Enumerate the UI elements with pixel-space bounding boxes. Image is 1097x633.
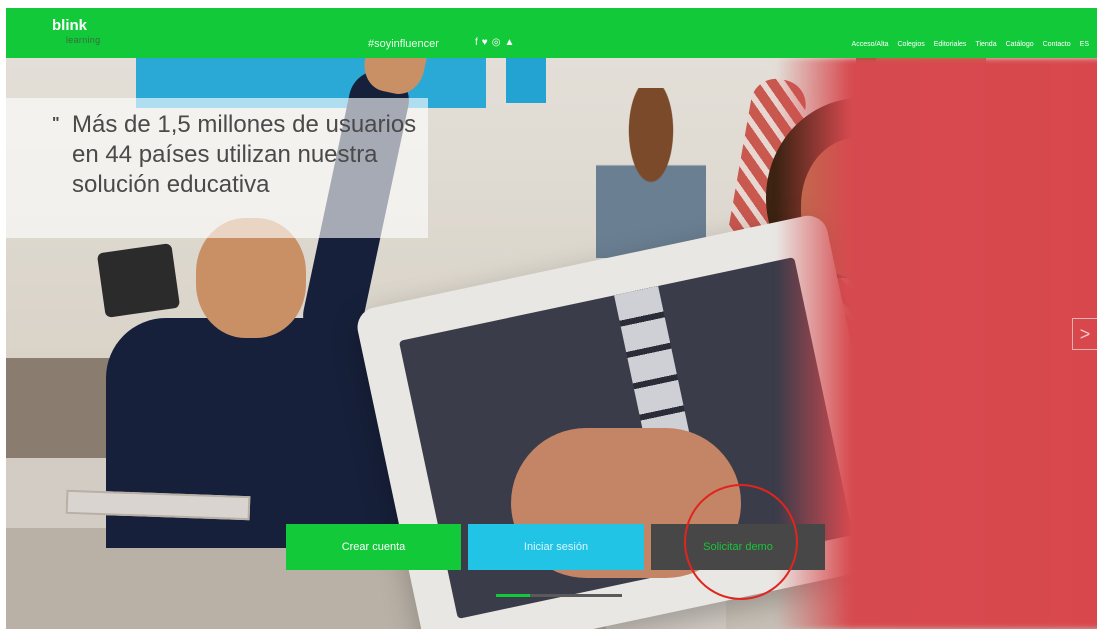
facebook-icon[interactable]: f xyxy=(475,38,478,48)
highlight-circle xyxy=(684,484,798,600)
instagram-icon[interactable]: ◎ xyxy=(492,38,501,48)
carousel-indicator-active[interactable] xyxy=(496,594,530,597)
background-student xyxy=(596,88,706,258)
student-tablet xyxy=(96,243,181,318)
hashtag-link[interactable]: #soyinfluencer xyxy=(368,38,439,50)
top-navbar: blink learning #soyinfluencer f ♥ ◎ ▲ Ac… xyxy=(6,8,1097,58)
quote-mark-icon: " xyxy=(52,115,60,132)
hero-quote: Más de 1,5 millones de usuarios en 44 pa… xyxy=(72,111,417,198)
carousel-next-arrow[interactable]: > xyxy=(1072,318,1097,350)
browser-viewport: blink learning #soyinfluencer f ♥ ◎ ▲ Ac… xyxy=(6,8,1097,629)
logo-tagline: learning xyxy=(66,35,101,45)
menu-item-colegios[interactable]: Colegios xyxy=(898,41,925,48)
quote-panel: " Más de 1,5 millones de usuarios en 44 … xyxy=(6,98,428,238)
linkedin-icon[interactable]: ▲ xyxy=(504,38,514,48)
main-menu: Acceso/Alta Colegios Editoriales Tienda … xyxy=(852,41,1089,48)
hero-banner: > " Más de 1,5 millones de usuarios en 4… xyxy=(6,17,1097,629)
carousel-indicators xyxy=(496,594,622,597)
language-selector[interactable]: ES xyxy=(1080,41,1089,48)
menu-item-editoriales[interactable]: Editoriales xyxy=(934,41,967,48)
menu-item-contacto[interactable]: Contacto xyxy=(1043,41,1071,48)
login-button[interactable]: Iniciar sesión xyxy=(468,524,644,570)
menu-item-catalogo[interactable]: Catálogo xyxy=(1006,41,1034,48)
classroom-window-small xyxy=(506,58,546,103)
menu-item-acceso[interactable]: Acceso/Alta xyxy=(852,41,889,48)
social-links: f ♥ ◎ ▲ xyxy=(475,38,514,48)
logo-wordmark: blink xyxy=(52,17,88,34)
menu-item-tienda[interactable]: Tienda xyxy=(975,41,996,48)
site-logo[interactable]: blink learning xyxy=(52,17,100,45)
twitter-icon[interactable]: ♥ xyxy=(482,38,488,48)
carousel-indicator-track[interactable] xyxy=(530,594,622,597)
create-account-button[interactable]: Crear cuenta xyxy=(286,524,461,570)
